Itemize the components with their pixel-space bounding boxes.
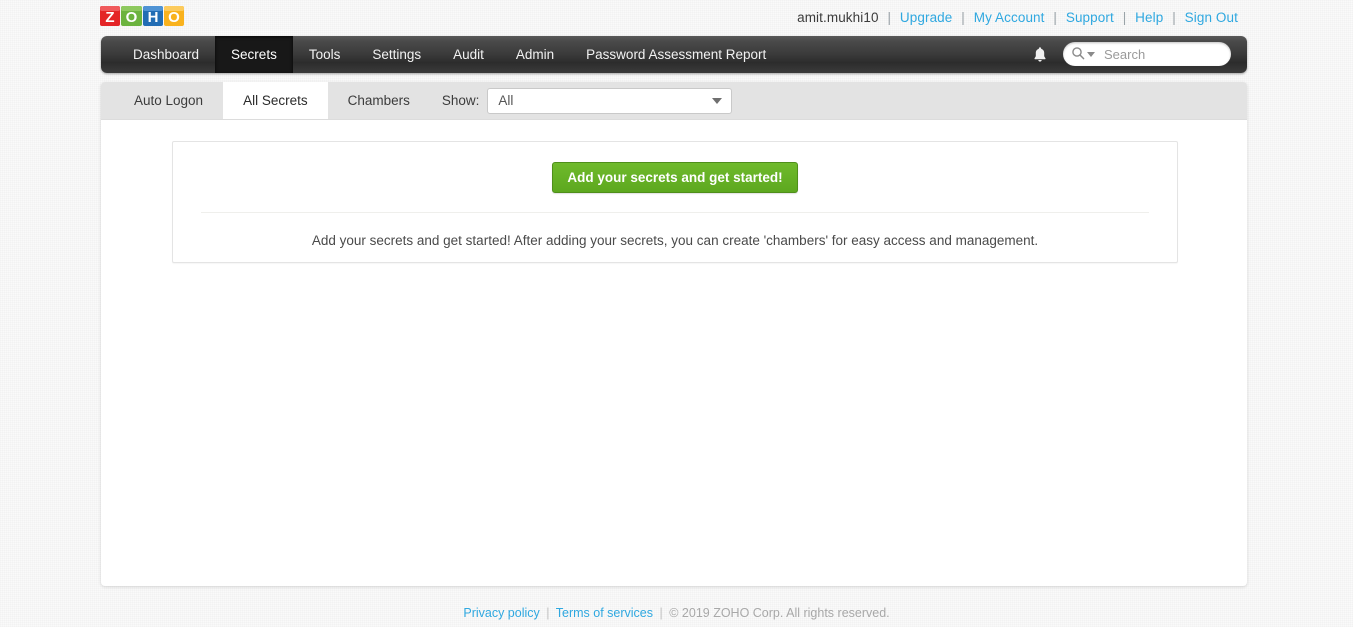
- tab-label: All Secrets: [243, 93, 308, 108]
- my-account-link[interactable]: My Account: [974, 10, 1045, 25]
- nav-item-secrets[interactable]: Secrets: [215, 36, 293, 73]
- username-label: amit.mukhi10: [797, 10, 879, 25]
- support-link[interactable]: Support: [1066, 10, 1114, 25]
- link-separator: |: [887, 10, 892, 25]
- tab-chambers[interactable]: Chambers: [328, 82, 430, 119]
- zoho-logo-icon: Z O H O: [100, 6, 184, 26]
- svg-text:O: O: [126, 9, 138, 26]
- chevron-down-icon: [712, 97, 723, 104]
- cta-row: Add your secrets and get started!: [173, 142, 1177, 212]
- search-scope-chevron-down-icon[interactable]: [1087, 51, 1095, 57]
- terms-of-services-link[interactable]: Terms of services: [556, 606, 653, 620]
- upgrade-link[interactable]: Upgrade: [900, 10, 953, 25]
- show-filter-select[interactable]: All: [487, 87, 733, 114]
- nav-item-audit[interactable]: Audit: [437, 36, 500, 73]
- tab-label: Chambers: [347, 93, 410, 108]
- nav-item-label: Dashboard: [133, 47, 200, 62]
- main-navigation-bar: Dashboard Secrets Tools Settings Audit A…: [101, 36, 1247, 73]
- link-separator: |: [1053, 10, 1057, 25]
- privacy-policy-link[interactable]: Privacy policy: [463, 606, 539, 620]
- nav-item-password-assessment-report[interactable]: Password Assessment Report: [570, 36, 782, 73]
- copyright-text: © 2019 ZOHO Corp. All rights reserved.: [669, 606, 890, 620]
- sign-out-link[interactable]: Sign Out: [1185, 10, 1238, 25]
- card-description: Add your secrets and get started! After …: [311, 233, 1039, 248]
- get-started-card: Add your secrets and get started! Add yo…: [172, 141, 1178, 263]
- nav-item-admin[interactable]: Admin: [500, 36, 570, 73]
- nav-item-label: Settings: [372, 47, 422, 62]
- nav-item-label: Tools: [308, 47, 341, 62]
- bell-icon-glyph: [1034, 47, 1046, 62]
- search-input[interactable]: [1102, 45, 1223, 63]
- svg-text:O: O: [168, 9, 180, 26]
- nav-item-label: Audit: [453, 47, 484, 62]
- show-filter-label: Show:: [441, 93, 480, 108]
- link-separator: |: [1122, 10, 1127, 25]
- content-panel: Auto Logon All Secrets Chambers Show: Al…: [101, 82, 1247, 586]
- user-links: amit.mukhi10 | Upgrade | My Account | Su…: [797, 10, 1238, 25]
- nav-item-dashboard[interactable]: Dashboard: [117, 36, 215, 73]
- search-icon-glyph: [1072, 46, 1085, 59]
- nav-item-tools[interactable]: Tools: [293, 36, 357, 73]
- sub-tab-bar: Auto Logon All Secrets Chambers Show: Al…: [101, 82, 1247, 120]
- add-secrets-button[interactable]: Add your secrets and get started!: [552, 161, 798, 193]
- search-icon: [1071, 46, 1085, 63]
- nav-item-settings[interactable]: Settings: [356, 36, 437, 73]
- search-box[interactable]: [1063, 42, 1231, 66]
- link-separator: |: [961, 10, 965, 25]
- footer-separator: |: [659, 606, 663, 620]
- show-filter: Show: All: [442, 82, 733, 119]
- bell-icon[interactable]: [1029, 44, 1051, 66]
- svg-text:Z: Z: [105, 9, 114, 26]
- help-link[interactable]: Help: [1135, 10, 1163, 25]
- svg-text:H: H: [148, 9, 159, 26]
- zoho-logo[interactable]: Z O H O: [99, 2, 185, 32]
- show-filter-value: All: [498, 93, 514, 108]
- page-footer: Privacy policy | Terms of services | © 2…: [0, 606, 1353, 620]
- tab-all-secrets[interactable]: All Secrets: [223, 82, 328, 119]
- tab-auto-logon[interactable]: Auto Logon: [114, 82, 223, 119]
- tab-label: Auto Logon: [134, 93, 204, 108]
- link-separator: |: [1172, 10, 1176, 25]
- nav-item-label: Password Assessment Report: [586, 47, 767, 62]
- nav-item-label: Secrets: [231, 47, 277, 62]
- nav-item-label: Admin: [515, 47, 555, 62]
- footer-separator: |: [546, 606, 550, 620]
- top-header: Z O H O amit.mukhi10 | Upgrade | My Acco…: [0, 0, 1353, 36]
